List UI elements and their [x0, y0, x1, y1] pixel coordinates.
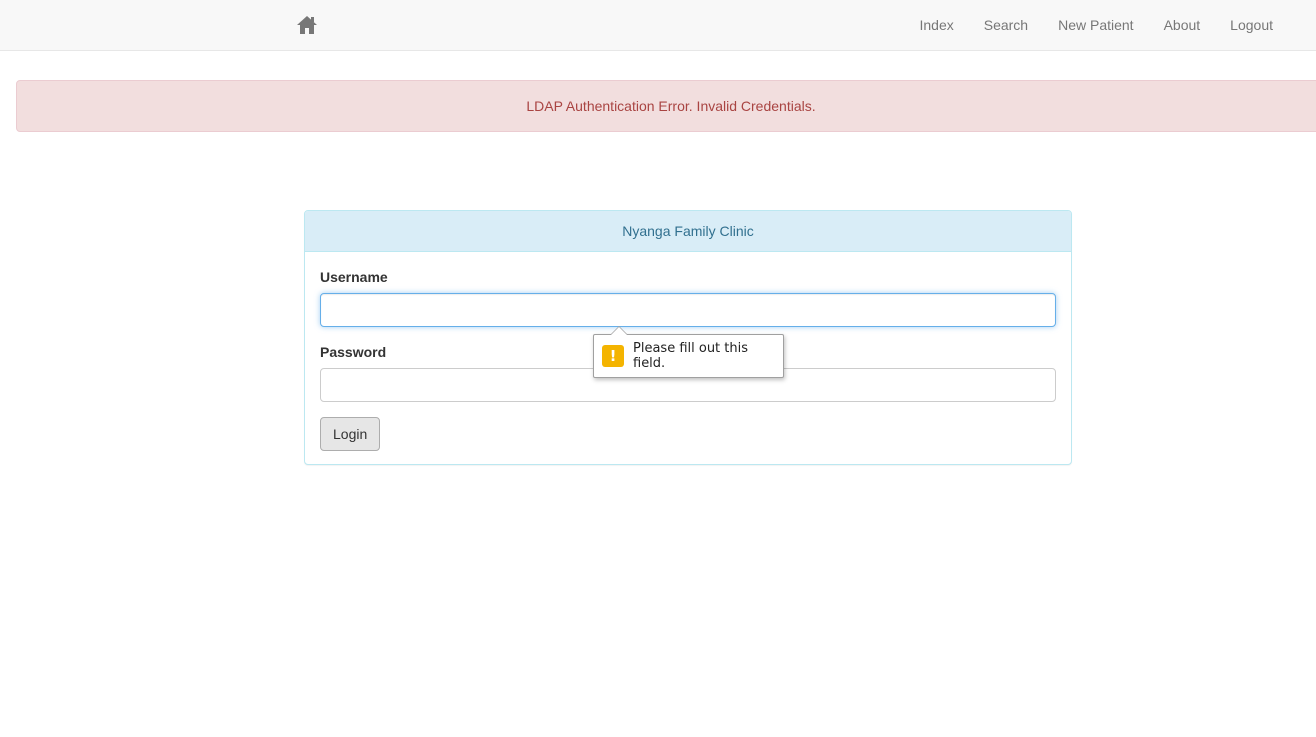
nav-link-index[interactable]: Index	[904, 0, 968, 50]
login-panel-title: Nyanga Family Clinic	[305, 211, 1071, 252]
home-icon	[297, 16, 317, 34]
validation-tooltip: ! Please fill out this field.	[593, 326, 784, 378]
error-alert: LDAP Authentication Error. Invalid Crede…	[16, 80, 1316, 132]
login-button[interactable]: Login	[320, 417, 381, 451]
top-navbar: Index Search New Patient About Logout	[0, 0, 1316, 51]
nav-link-logout[interactable]: Logout	[1215, 0, 1288, 50]
validation-message: Please fill out this field.	[633, 341, 749, 371]
nav-link-about[interactable]: About	[1149, 0, 1216, 50]
error-alert-message: LDAP Authentication Error. Invalid Crede…	[526, 98, 816, 114]
username-label: Username	[320, 269, 388, 285]
username-input[interactable]	[320, 293, 1056, 327]
nav-link-new-patient[interactable]: New Patient	[1043, 0, 1148, 50]
home-link[interactable]	[295, 14, 319, 36]
nav-menu: Index Search New Patient About Logout	[904, 0, 1288, 50]
warning-icon: !	[602, 345, 624, 367]
nav-link-search[interactable]: Search	[969, 0, 1043, 50]
